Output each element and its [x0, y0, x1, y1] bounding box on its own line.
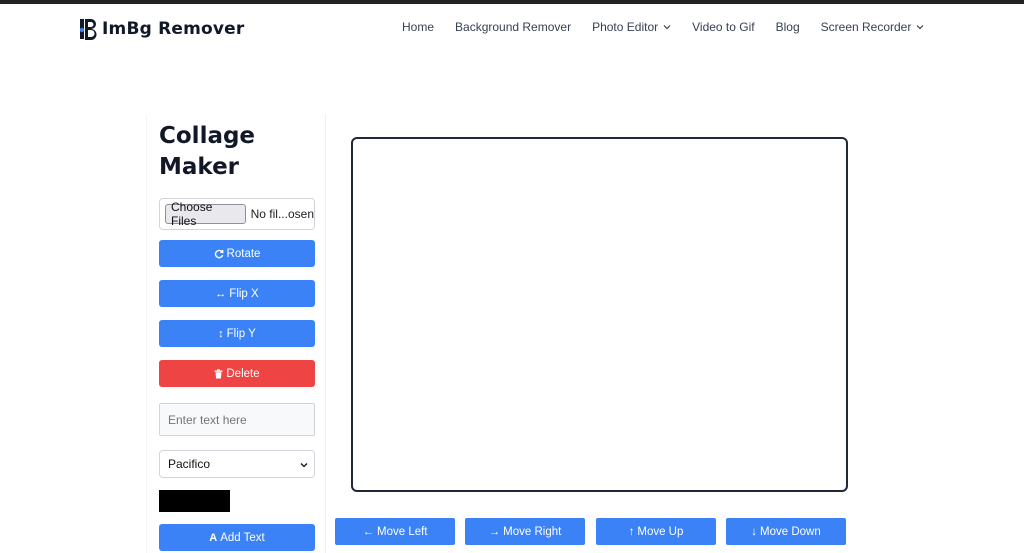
- nav-blog-label: Blog: [775, 20, 800, 34]
- move-left-label: Move Left: [377, 525, 428, 538]
- page-title: Collage Maker: [159, 123, 256, 180]
- flip-y-button[interactable]: ↕ Flip Y: [159, 320, 315, 347]
- rotate-button[interactable]: Rotate: [159, 240, 315, 267]
- arrow-up-icon: ↑: [628, 525, 635, 538]
- vertical-arrows-icon: ↕: [218, 327, 224, 340]
- add-text-label: Add Text: [220, 531, 265, 544]
- font-icon: A: [209, 531, 218, 544]
- flip-y-label: Flip Y: [226, 327, 256, 340]
- nav-screen-recorder[interactable]: Screen Recorder: [821, 20, 925, 34]
- font-select-value: Pacifico: [168, 457, 211, 471]
- nav-home-label: Home: [402, 20, 435, 34]
- nav-background-remover[interactable]: Background Remover: [455, 20, 571, 34]
- nav-video-to-gif[interactable]: Video to Gif: [692, 20, 754, 34]
- flip-x-button[interactable]: ↔ Flip X: [159, 280, 315, 307]
- file-status-text: No fil...osen: [250, 207, 314, 221]
- delete-label: Delete: [226, 367, 260, 380]
- nav-photo-editor[interactable]: Photo Editor: [592, 20, 671, 34]
- choose-files-button[interactable]: Choose Files: [165, 200, 246, 228]
- collage-canvas[interactable]: [351, 137, 848, 492]
- move-right-button[interactable]: → Move Right: [465, 518, 585, 545]
- nav-background-remover-label: Background Remover: [455, 20, 572, 34]
- tools-sidebar: Collage Maker Choose Files No fil...osen…: [146, 114, 326, 553]
- nav-screen-recorder-label: Screen Recorder: [820, 20, 912, 34]
- chevron-down-icon: [916, 25, 924, 30]
- text-input[interactable]: [159, 403, 315, 436]
- logo-icon: [80, 19, 97, 40]
- arrow-left-icon: ←: [362, 525, 375, 538]
- arrow-down-icon: ↓: [751, 525, 758, 538]
- flip-x-label: Flip X: [229, 287, 259, 300]
- site-header: ImBg Remover Home Background Remover Pho…: [0, 4, 1024, 54]
- move-down-button[interactable]: ↓ Move Down: [726, 518, 846, 545]
- chevron-down-icon: [663, 25, 671, 30]
- arrow-right-icon: →: [488, 525, 501, 538]
- nav-blog[interactable]: Blog: [776, 20, 800, 34]
- move-up-button[interactable]: ↑ Move Up: [596, 518, 716, 545]
- brand-logo[interactable]: ImBg Remover: [80, 16, 245, 42]
- font-select[interactable]: Pacifico: [159, 450, 315, 478]
- nav-photo-editor-label: Photo Editor: [592, 20, 659, 34]
- delete-button[interactable]: Delete: [159, 360, 315, 387]
- add-text-button[interactable]: A Add Text: [159, 524, 315, 551]
- rotate-icon: [214, 249, 224, 258]
- move-right-label: Move Right: [503, 525, 562, 538]
- horizontal-arrows-icon: ↔: [215, 287, 227, 300]
- brand-name: ImBg Remover: [102, 19, 245, 39]
- trash-icon: [214, 368, 223, 378]
- text-color-picker[interactable]: [159, 490, 230, 512]
- nav-video-to-gif-label: Video to Gif: [692, 20, 755, 34]
- main-nav: Home Background Remover Photo Editor Vid…: [402, 20, 945, 34]
- chevron-down-icon: [300, 463, 308, 468]
- move-down-label: Move Down: [760, 525, 821, 538]
- nav-home[interactable]: Home: [402, 20, 434, 34]
- move-up-label: Move Up: [637, 525, 684, 538]
- move-left-button[interactable]: ← Move Left: [335, 518, 455, 545]
- file-input[interactable]: Choose Files No fil...osen: [159, 198, 315, 230]
- rotate-label: Rotate: [226, 247, 261, 260]
